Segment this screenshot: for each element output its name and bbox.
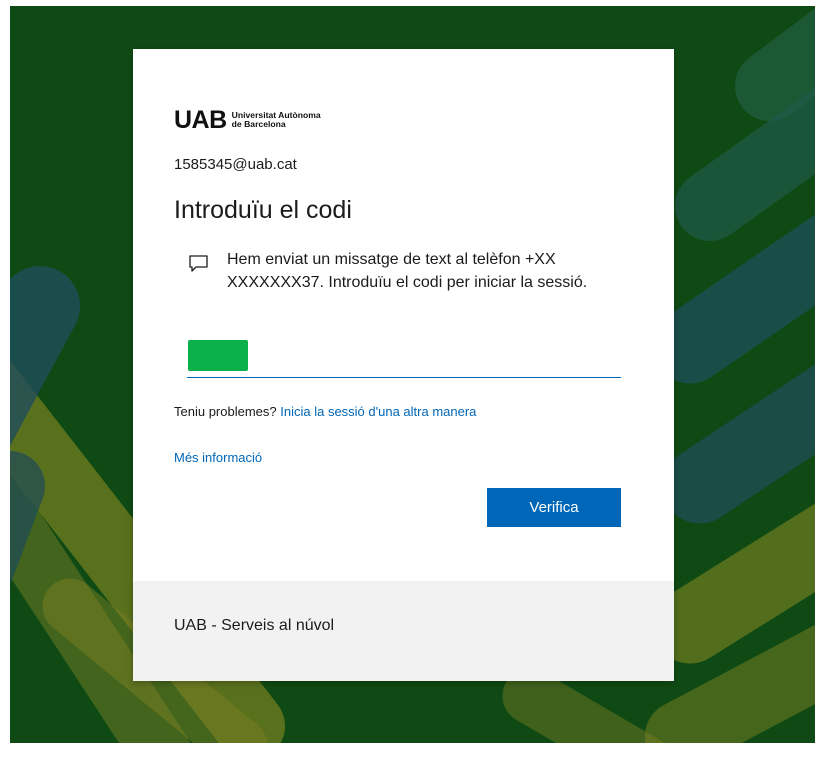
more-info-link[interactable]: Més informació <box>174 450 262 465</box>
card-body: UAB Universitat Autònoma de Barcelona 15… <box>133 49 674 581</box>
logo-text: Universitat Autònoma de Barcelona <box>232 111 321 129</box>
alternate-sign-in-link[interactable]: Inicia la sessió d'una altra manera <box>280 404 476 419</box>
code-input[interactable] <box>187 339 621 378</box>
logo-line-2: de Barcelona <box>231 119 286 129</box>
sign-in-card: UAB Universitat Autònoma de Barcelona 15… <box>133 49 674 681</box>
card-footer: UAB - Serveis al núvol <box>133 581 674 681</box>
uab-logo: UAB Universitat Autònoma de Barcelona <box>174 106 321 134</box>
account-email: 1585345@uab.cat <box>174 156 297 173</box>
footer-text: UAB - Serveis al núvol <box>174 617 335 634</box>
code-entry-highlight <box>188 340 248 371</box>
problems-line: Teniu problemes? Inicia la sessió d'una … <box>174 404 476 419</box>
problems-prefix: Teniu problemes? <box>174 404 277 419</box>
sms-message: Hem enviat un missatge de text al telèfo… <box>227 251 588 291</box>
page-title: Introduïu el codi <box>174 196 352 224</box>
logo-mark: UAB <box>174 106 227 134</box>
verify-button[interactable]: Verifica <box>487 488 621 527</box>
chat-bubble-icon <box>188 254 210 279</box>
